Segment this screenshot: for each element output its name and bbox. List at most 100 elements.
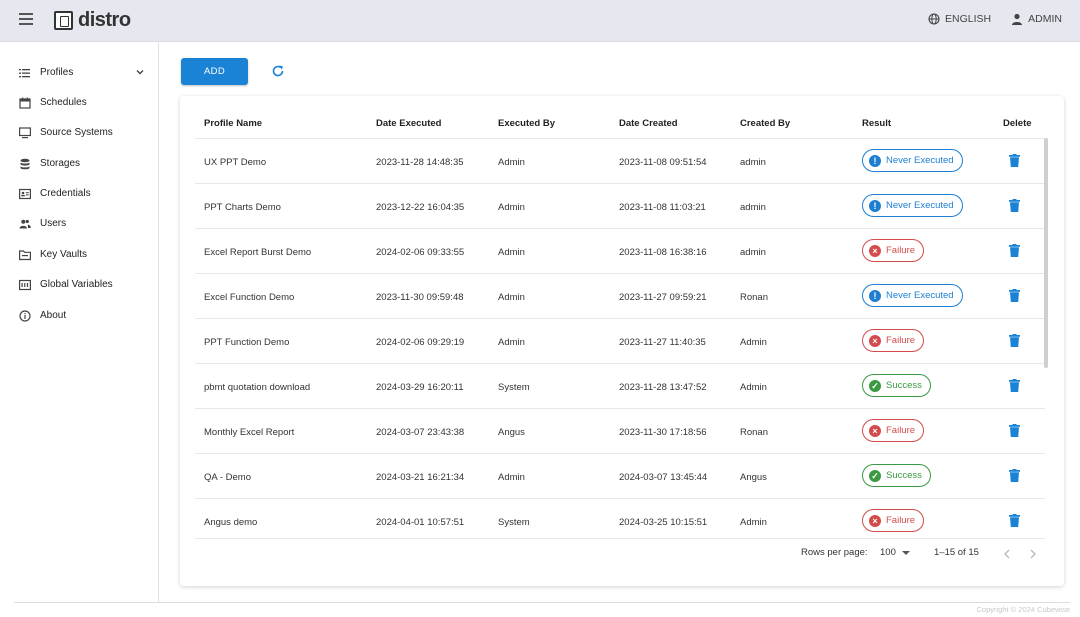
status-badge[interactable]: ! Never Executed <box>862 194 963 217</box>
sidebar-item-profiles[interactable]: Profiles <box>0 61 159 85</box>
status-badge[interactable]: ! Never Executed <box>862 284 963 307</box>
sidebar-item-storages[interactable]: Storages <box>0 152 159 176</box>
trash-icon[interactable] <box>1009 154 1020 167</box>
id-card-icon <box>19 188 31 200</box>
cell-profile-name[interactable]: UX PPT Demo <box>204 157 266 168</box>
sidebar-item-label: Credentials <box>40 188 91 199</box>
trash-icon[interactable] <box>1009 514 1020 527</box>
sidebar-item-about[interactable]: About <box>0 304 159 328</box>
cell-profile-name[interactable]: Excel Report Burst Demo <box>204 247 311 258</box>
column-header-date-executed[interactable]: Date Executed <box>376 118 441 129</box>
trash-icon[interactable] <box>1009 289 1020 302</box>
status-label: Never Executed <box>886 290 954 301</box>
sidebar-item-users[interactable]: Users <box>0 212 159 236</box>
menu-icon[interactable] <box>19 13 33 27</box>
table-row[interactable]: PPT Charts Demo 2023-12-22 16:04:35 Admi… <box>195 183 1045 228</box>
table-row[interactable]: pbmt quotation download 2024-03-29 16:20… <box>195 363 1045 408</box>
rows-per-page-label: Rows per page: <box>801 547 868 558</box>
column-header-result[interactable]: Result <box>862 118 891 129</box>
cell-profile-name[interactable]: PPT Charts Demo <box>204 202 281 213</box>
status-badge[interactable]: ! Never Executed <box>862 149 963 172</box>
column-header-executed-by[interactable]: Executed By <box>498 118 555 129</box>
cell-executed-by: Admin <box>498 202 525 213</box>
folder-icon <box>19 250 31 261</box>
trash-icon[interactable] <box>1009 244 1020 257</box>
status-badge[interactable]: ✓ Success <box>862 374 931 397</box>
sidebar-item-label: Storages <box>40 158 81 169</box>
status-label: Failure <box>886 425 916 436</box>
cell-created-by: Ronan <box>740 292 768 303</box>
trash-icon[interactable] <box>1009 424 1020 437</box>
status-badge[interactable]: ✓ Success <box>862 464 931 487</box>
sidebar-item-credentials[interactable]: Credentials <box>0 182 159 206</box>
cell-date-executed: 2024-04-01 10:57:51 <box>376 517 465 528</box>
cell-created-by: admin <box>740 247 766 258</box>
app-name: distro <box>78 9 131 31</box>
cell-date-executed: 2024-03-29 16:20:11 <box>376 382 464 393</box>
status-badge[interactable]: × Failure <box>862 419 925 442</box>
language-label: ENGLISH <box>945 13 992 25</box>
rows-per-page-select[interactable]: 100 <box>880 547 910 558</box>
trash-icon[interactable] <box>1009 199 1020 212</box>
trash-icon[interactable] <box>1009 379 1020 392</box>
cell-date-executed: 2023-11-28 14:48:35 <box>376 157 464 168</box>
column-header-profile-name[interactable]: Profile Name <box>204 118 262 129</box>
sidebar-item-global-variables[interactable]: Global Variables <box>0 273 159 297</box>
status-badge[interactable]: × Failure <box>862 239 925 262</box>
table-scrollbar[interactable] <box>1044 138 1048 368</box>
trash-icon[interactable] <box>1009 469 1020 482</box>
cell-created-by: Admin <box>740 517 767 528</box>
app-logo[interactable]: distro <box>54 10 131 30</box>
x-circle-icon: × <box>869 244 881 257</box>
cell-date-created: 2024-03-25 10:15:51 <box>619 517 708 528</box>
language-selector[interactable]: ENGLISH <box>928 13 991 25</box>
chevron-down-icon[interactable] <box>135 67 145 77</box>
cell-date-executed: 2024-02-06 09:29:19 <box>376 337 465 348</box>
info-icon <box>19 310 31 322</box>
sidebar-item-label: Profiles <box>40 67 74 78</box>
database-icon <box>20 158 30 170</box>
column-header-date-created[interactable]: Date Created <box>619 118 678 129</box>
cell-date-executed: 2023-11-30 09:59:48 <box>376 292 464 303</box>
x-circle-icon: × <box>869 514 881 527</box>
table-row[interactable]: QA - Demo 2024-03-21 16:21:34 Admin 2024… <box>195 453 1045 498</box>
cell-profile-name[interactable]: pbmt quotation download <box>204 382 310 393</box>
cell-profile-name[interactable]: PPT Function Demo <box>204 337 289 348</box>
chevron-left-icon[interactable] <box>1003 549 1011 559</box>
x-circle-icon: × <box>869 334 881 347</box>
table-row[interactable]: PPT Function Demo 2024-02-06 09:29:19 Ad… <box>195 318 1045 363</box>
logo-icon <box>54 10 73 30</box>
add-button[interactable]: ADD <box>181 58 248 85</box>
cell-date-created: 2023-11-27 11:40:35 <box>619 337 706 348</box>
cell-date-created: 2023-11-08 11:03:21 <box>619 202 706 213</box>
trash-icon[interactable] <box>1009 334 1020 347</box>
status-badge[interactable]: × Failure <box>862 509 925 532</box>
cell-profile-name[interactable]: Excel Function Demo <box>204 292 294 303</box>
table-row[interactable]: UX PPT Demo 2023-11-28 14:48:35 Admin 20… <box>195 138 1045 183</box>
check-circle-icon: ✓ <box>869 379 881 392</box>
pagination-range: 1–15 of 15 <box>934 547 979 558</box>
user-menu[interactable]: ADMIN <box>1011 13 1062 25</box>
cell-profile-name[interactable]: QA - Demo <box>204 472 251 483</box>
cell-executed-by: Admin <box>498 337 525 348</box>
sidebar-item-schedules[interactable]: Schedules <box>0 91 159 115</box>
column-header-created-by[interactable]: Created By <box>740 118 790 129</box>
cell-profile-name[interactable]: Monthly Excel Report <box>204 427 294 438</box>
cell-profile-name[interactable]: Angus demo <box>204 517 257 528</box>
sidebar-item-label: Global Variables <box>40 279 113 290</box>
cell-date-executed: 2024-02-06 09:33:55 <box>376 247 465 258</box>
table-row[interactable]: Excel Report Burst Demo 2024-02-06 09:33… <box>195 228 1045 273</box>
refresh-icon[interactable] <box>271 64 285 78</box>
table-row[interactable]: Monthly Excel Report 2024-03-07 23:43:38… <box>195 408 1045 453</box>
sidebar-item-key-vaults[interactable]: Key Vaults <box>0 243 159 267</box>
chevron-right-icon[interactable] <box>1029 549 1037 559</box>
table-row[interactable]: Excel Function Demo 2023-11-30 09:59:48 … <box>195 273 1045 318</box>
sidebar-item-source-systems[interactable]: Source Systems <box>0 121 159 145</box>
cell-created-by: admin <box>740 157 766 168</box>
column-header-delete: Delete <box>1003 118 1032 129</box>
table-row[interactable]: Angus demo 2024-04-01 10:57:51 System 20… <box>195 498 1045 538</box>
status-badge[interactable]: × Failure <box>862 329 925 352</box>
copyright-text: Copyright © 2024 Cubewise <box>976 605 1071 614</box>
cell-executed-by: Admin <box>498 472 525 483</box>
pagination-divider <box>195 538 1045 539</box>
